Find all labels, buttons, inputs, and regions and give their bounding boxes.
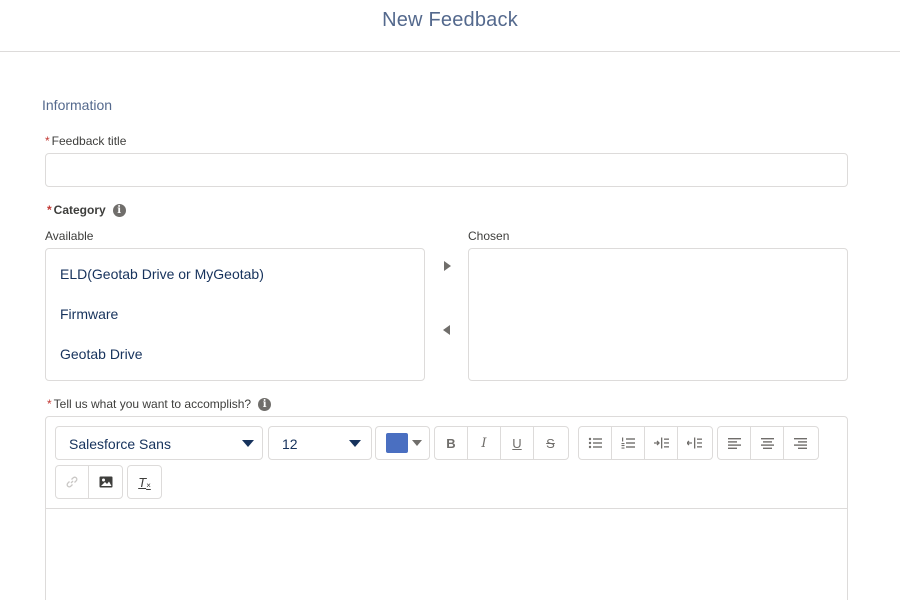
bulleted-list-button[interactable] <box>579 427 612 459</box>
image-icon <box>99 476 112 488</box>
arrow-right-icon <box>444 261 451 271</box>
format-button-group: B I U S <box>434 426 569 460</box>
caret-down-icon <box>349 440 361 447</box>
available-listbox[interactable]: ELD(Geotab Drive or MyGeotab) Firmware G… <box>45 248 425 381</box>
section-title: Information <box>42 97 113 113</box>
align-left-button[interactable] <box>718 427 751 459</box>
required-mark: * <box>47 397 52 411</box>
list-item[interactable]: Geotab Drive <box>60 346 142 362</box>
available-label: Available <box>45 229 94 243</box>
list-item[interactable]: Firmware <box>60 306 118 322</box>
link-icon <box>66 476 78 488</box>
numbered-list-button[interactable] <box>612 427 645 459</box>
align-right-icon <box>794 437 807 449</box>
italic-button[interactable]: I <box>468 427 501 459</box>
rich-text-editor: Salesforce Sans 12 B I U S T × <box>45 416 848 600</box>
align-left-icon <box>727 437 741 449</box>
clear-format-group: T × <box>127 465 162 499</box>
clear-formatting-button[interactable]: T × <box>128 466 161 498</box>
text-color-picker[interactable] <box>375 426 430 460</box>
indent-button[interactable] <box>645 427 678 459</box>
caret-down-icon <box>242 440 254 447</box>
chosen-label: Chosen <box>468 229 510 243</box>
align-button-group <box>717 426 819 460</box>
bold-button[interactable]: B <box>435 427 468 459</box>
font-size-select[interactable]: 12 <box>268 426 372 460</box>
insert-button-group <box>55 465 123 499</box>
color-swatch <box>386 433 408 453</box>
caret-down-icon <box>412 440 422 446</box>
list-item[interactable]: ELD(Geotab Drive or MyGeotab) <box>60 266 264 282</box>
move-to-available-button[interactable] <box>439 322 455 338</box>
list-button-group <box>578 426 713 460</box>
bulleted-list-icon <box>588 437 602 449</box>
indent-icon <box>653 437 669 449</box>
accomplish-label: * Tell us what you want to accomplish? i <box>47 397 272 412</box>
font-family-select[interactable]: Salesforce Sans <box>55 426 263 460</box>
align-center-icon <box>760 437 774 449</box>
required-mark: * <box>47 203 52 217</box>
info-icon[interactable]: i <box>112 204 126 218</box>
numbered-list-icon <box>621 437 635 449</box>
feedback-title-input[interactable] <box>45 153 848 187</box>
insert-image-button[interactable] <box>89 466 122 498</box>
toolbar-divider <box>46 508 847 509</box>
modal-header: New Feedback <box>0 0 900 52</box>
feedback-title-label: * Feedback title <box>45 134 127 148</box>
align-center-button[interactable] <box>751 427 784 459</box>
align-right-button[interactable] <box>784 427 817 459</box>
page-title: New Feedback <box>382 9 518 31</box>
chosen-listbox[interactable] <box>468 248 848 381</box>
info-icon[interactable]: i <box>258 398 272 412</box>
outdent-button[interactable] <box>678 427 711 459</box>
move-to-chosen-button[interactable] <box>440 258 456 274</box>
required-mark: * <box>45 134 50 148</box>
outdent-icon <box>687 437 702 449</box>
underline-button[interactable]: U <box>501 427 534 459</box>
clear-formatting-icon: T <box>138 474 147 490</box>
category-label: * Category i <box>47 203 126 218</box>
strikethrough-button[interactable]: S <box>534 427 567 459</box>
link-button[interactable] <box>56 466 89 498</box>
arrow-left-icon <box>443 325 450 335</box>
